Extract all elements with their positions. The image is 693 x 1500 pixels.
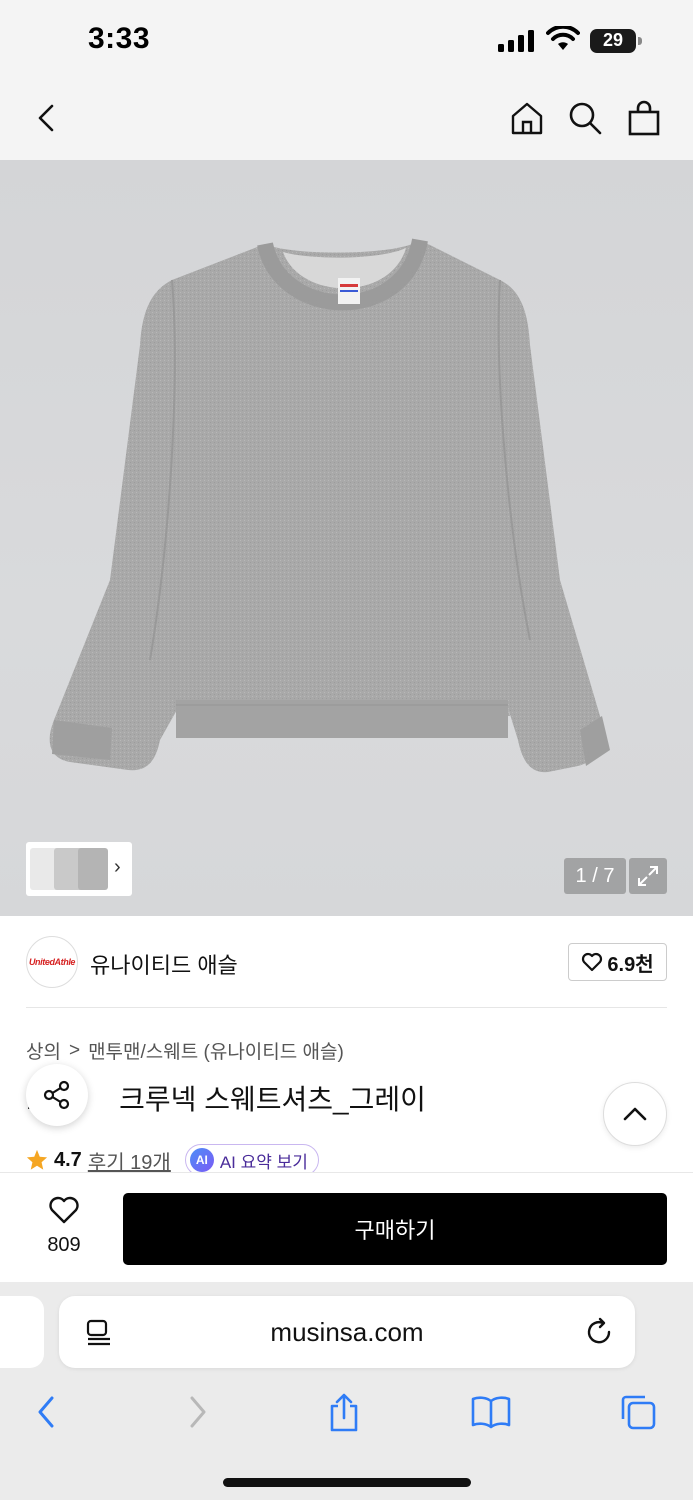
home-button[interactable] xyxy=(507,98,547,138)
chevron-up-icon xyxy=(623,1107,647,1121)
chevron-left-icon xyxy=(38,1396,54,1428)
chevron-right-icon[interactable]: › xyxy=(114,856,121,879)
share-upload-icon xyxy=(330,1393,358,1432)
cart-button[interactable] xyxy=(624,98,664,138)
image-pager: 1 / 7 xyxy=(564,858,626,894)
status-time: 3:33 xyxy=(88,22,151,55)
share-button[interactable] xyxy=(26,1064,88,1126)
browser-share-button[interactable] xyxy=(322,1390,366,1434)
home-indicator xyxy=(223,1478,471,1487)
breadcrumb-category[interactable]: 상의 xyxy=(26,1037,61,1064)
product-photo-sweatshirt xyxy=(49,238,610,773)
tabs-button[interactable] xyxy=(616,1390,660,1434)
scroll-up-button[interactable] xyxy=(603,1082,667,1146)
rating-row: 4.7 후기 19개 AI AI 요약 보기 xyxy=(26,1144,319,1172)
url-text: musinsa.com xyxy=(270,1317,424,1347)
buy-button[interactable]: 구매하기 xyxy=(123,1193,667,1265)
app-header xyxy=(0,80,693,160)
shopping-bag-icon xyxy=(628,100,660,136)
browser-toolbar: musinsa.com xyxy=(0,1282,693,1500)
search-button[interactable] xyxy=(565,98,605,138)
search-icon xyxy=(569,102,602,135)
battery-level: 29 xyxy=(602,30,624,50)
breadcrumb-subcategory[interactable]: 맨투맨/스웨트 (유나이티드 애슬) xyxy=(88,1037,344,1064)
product-image-gallery[interactable]: › 1 / 7 xyxy=(0,160,693,916)
product-title-text: 크루넥 스웨트셔츠_그레이 xyxy=(119,1084,426,1115)
chevron-right-icon xyxy=(190,1396,206,1428)
browser-back-button[interactable] xyxy=(24,1390,68,1434)
ai-summary-label: AI 요약 보기 xyxy=(219,1152,308,1172)
star-icon xyxy=(26,1149,48,1170)
back-button[interactable] xyxy=(26,98,66,138)
purchase-bar: 809 구매하기 xyxy=(0,1172,693,1282)
brand-name[interactable]: 유나이티드 애슬 xyxy=(90,948,238,980)
thumbnail-3[interactable] xyxy=(78,848,108,890)
fullscreen-button[interactable] xyxy=(629,858,667,894)
wishlist-count: 809 xyxy=(47,1234,81,1256)
brand-like-button[interactable]: 6.9천 xyxy=(568,943,667,981)
tabs-icon xyxy=(621,1395,656,1430)
wifi-icon xyxy=(546,26,580,50)
home-icon xyxy=(511,102,543,135)
product-info: UnitedAthle 유나이티드 애슬 6.9천 상의 > 맨투맨/스웨트 (… xyxy=(0,916,693,1172)
reload-icon[interactable] xyxy=(583,1316,615,1348)
breadcrumb-separator: > xyxy=(68,1039,81,1061)
heart-icon xyxy=(582,952,603,972)
heart-icon xyxy=(49,1196,79,1224)
share-icon xyxy=(43,1080,70,1110)
wishlist-button[interactable]: 809 xyxy=(26,1195,102,1265)
ai-summary-button[interactable]: AI AI 요약 보기 xyxy=(184,1144,319,1172)
brand-logo[interactable]: UnitedAthle xyxy=(26,936,78,988)
chevron-left-icon xyxy=(38,104,54,132)
reviews-link[interactable]: 후기 19개 xyxy=(88,1146,171,1173)
status-bar: 3:33 29 xyxy=(0,0,693,80)
ai-icon: AI xyxy=(189,1148,214,1172)
book-icon xyxy=(471,1396,511,1429)
previous-tab[interactable] xyxy=(0,1296,44,1368)
divider xyxy=(26,1007,667,1008)
expand-icon xyxy=(638,866,658,886)
rating-value: 4.7 xyxy=(54,1148,82,1171)
cellular-signal-icon xyxy=(498,30,534,52)
bookmarks-button[interactable] xyxy=(469,1390,513,1434)
browser-forward-button[interactable] xyxy=(176,1390,220,1434)
breadcrumb: 상의 > 맨투맨/스웨트 (유나이티드 애슬) xyxy=(26,1037,344,1064)
address-bar[interactable]: musinsa.com xyxy=(59,1296,635,1368)
battery-indicator: 29 xyxy=(590,29,642,53)
brand-like-count: 6.9천 xyxy=(607,953,654,976)
thumbnail-strip[interactable]: › xyxy=(26,842,132,896)
